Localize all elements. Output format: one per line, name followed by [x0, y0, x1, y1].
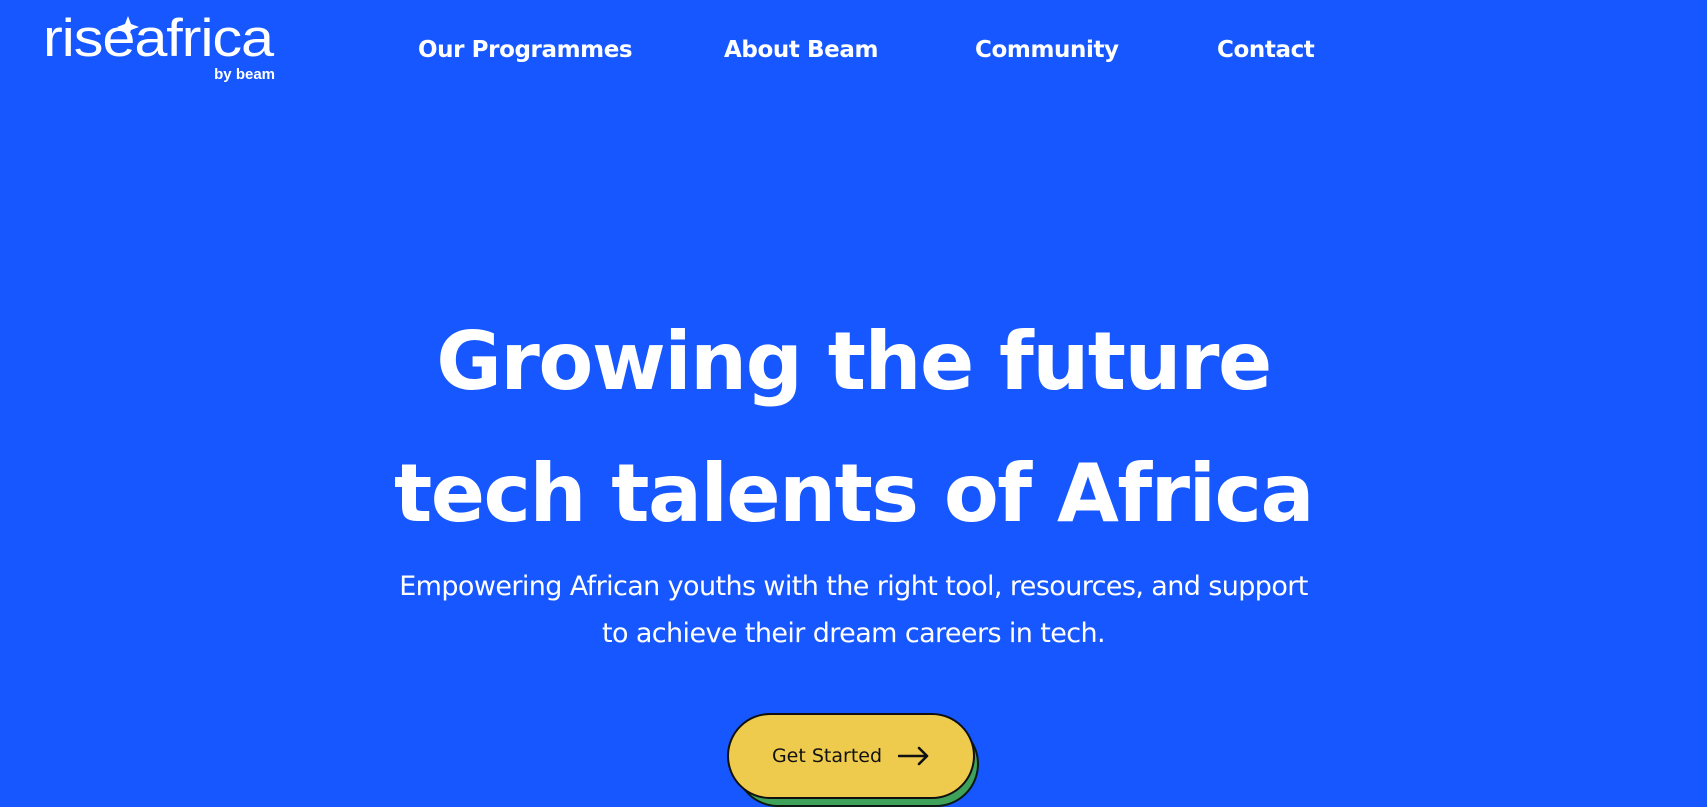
hero-title: Growing the future tech talents of Afric…	[0, 296, 1707, 560]
nav-link-about-beam[interactable]: About Beam	[724, 30, 878, 70]
hero-subtitle-line-2: to achieve their dream careers in tech.	[601, 618, 1106, 649]
nav-link-community[interactable]: Community	[975, 30, 1119, 70]
get-started-label: Get Started	[771, 745, 883, 767]
hero-subtitle: Empowering African youths with the right…	[0, 563, 1707, 657]
get-started-button[interactable]: Get Started	[727, 713, 975, 799]
cta-container: Get Started	[727, 713, 983, 807]
nav-link-our-programmes[interactable]: Our Programmes	[418, 30, 633, 70]
hero-subtitle-line-1: Empowering African youths with the right…	[399, 571, 1308, 602]
arrow-right-icon	[898, 746, 929, 766]
hero-title-line-2: tech talents of Africa	[394, 447, 1314, 540]
main-nav: Our Programmes About Beam Community Cont…	[0, 30, 1707, 70]
nav-link-contact[interactable]: Contact	[1217, 30, 1315, 70]
hero-title-line-1: Growing the future	[436, 315, 1272, 408]
